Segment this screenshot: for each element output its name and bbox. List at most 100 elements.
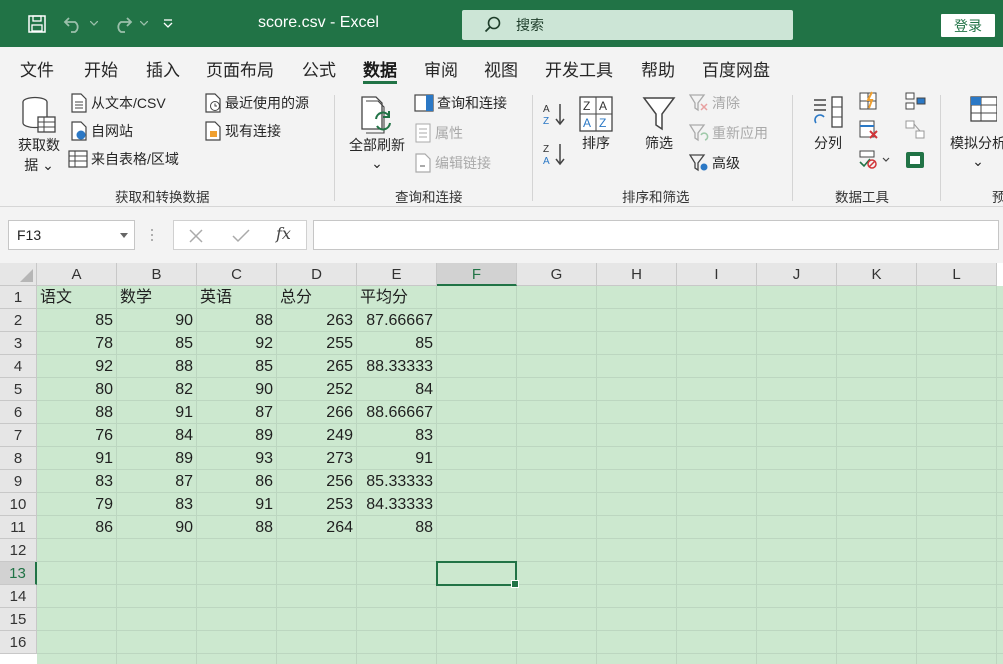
redo-dropdown-icon[interactable] (138, 12, 150, 36)
cell-d8[interactable]: 273 (277, 447, 356, 470)
column-header-k[interactable]: K (837, 263, 917, 286)
column-header-c[interactable]: C (197, 263, 277, 286)
sort-ascending-button[interactable]: AZ (542, 101, 571, 127)
cell-b6[interactable]: 91 (117, 401, 196, 424)
tab-baidu-netdisk[interactable]: 百度网盘 (702, 56, 770, 82)
cell-a11[interactable]: 86 (37, 516, 116, 539)
row-header-13[interactable]: 13 (0, 562, 37, 585)
flash-fill-button[interactable] (858, 91, 883, 111)
queries-connections-button[interactable]: 查询和连接 (414, 93, 507, 113)
remove-duplicates-button[interactable] (858, 119, 883, 141)
column-header-l[interactable]: L (917, 263, 997, 286)
row-header-15[interactable]: 15 (0, 608, 37, 631)
data-validation-button[interactable] (858, 149, 893, 169)
column-header-h[interactable]: H (597, 263, 677, 286)
row-header-10[interactable]: 10 (0, 493, 37, 516)
tab-file[interactable]: 文件 (20, 56, 54, 82)
redo-icon[interactable] (110, 12, 136, 36)
get-data-button[interactable]: 获取数 据 ⌄ (12, 95, 66, 175)
row-header-2[interactable]: 2 (0, 309, 37, 332)
cell-b9[interactable]: 87 (117, 470, 196, 493)
cell-d4[interactable]: 265 (277, 355, 356, 378)
cell-c8[interactable]: 93 (197, 447, 276, 470)
undo-dropdown-icon[interactable] (88, 12, 100, 36)
column-header-g[interactable]: G (517, 263, 597, 286)
cell-b1[interactable]: 数学 (117, 286, 196, 309)
data-model-button[interactable] (904, 149, 929, 171)
cell-b7[interactable]: 84 (117, 424, 196, 447)
relationships-button[interactable] (904, 119, 929, 141)
cell-a2[interactable]: 85 (37, 309, 116, 332)
filter-button[interactable]: 筛选 (637, 95, 681, 153)
name-box[interactable]: F13 (8, 220, 135, 250)
tab-formulas[interactable]: 公式 (302, 56, 336, 82)
row-header-7[interactable]: 7 (0, 424, 37, 447)
row-header-11[interactable]: 11 (0, 516, 37, 539)
login-button[interactable]: 登录 (941, 14, 995, 37)
clear-filter-button[interactable]: 清除 (689, 93, 740, 113)
customize-toolbar-icon[interactable] (160, 12, 176, 36)
cell-a5[interactable]: 80 (37, 378, 116, 401)
cell-c7[interactable]: 89 (197, 424, 276, 447)
cell-e1[interactable]: 平均分 (357, 286, 436, 309)
cell-d2[interactable]: 263 (277, 309, 356, 332)
reapply-button[interactable]: 重新应用 (689, 123, 768, 143)
row-header-1[interactable]: 1 (0, 286, 37, 309)
tab-insert[interactable]: 插入 (146, 56, 180, 82)
from-text-csv-button[interactable]: 从文本/CSV (70, 93, 166, 113)
cell-e3[interactable]: 85 (357, 332, 436, 355)
from-table-button[interactable]: 来自表格/区域 (68, 149, 179, 169)
cancel-icon[interactable] (188, 228, 204, 247)
cell-e7[interactable]: 83 (357, 424, 436, 447)
cell-b2[interactable]: 90 (117, 309, 196, 332)
save-icon[interactable] (26, 12, 48, 36)
cell-area[interactable]: 语文 数学 英语 总分 平均分 85 90 88 263 87.66667 78 85 92 255 85 9… (37, 286, 1003, 664)
cell-d3[interactable]: 255 (277, 332, 356, 355)
row-header-5[interactable]: 5 (0, 378, 37, 401)
cell-a4[interactable]: 92 (37, 355, 116, 378)
formula-input[interactable] (313, 220, 999, 250)
cell-a7[interactable]: 76 (37, 424, 116, 447)
from-web-button[interactable]: 自网站 (70, 121, 133, 141)
select-all-corner[interactable] (0, 263, 37, 286)
cell-c4[interactable]: 85 (197, 355, 276, 378)
recent-sources-button[interactable]: 最近使用的源 (204, 93, 309, 113)
tab-review[interactable]: 审阅 (424, 56, 458, 82)
cell-c5[interactable]: 90 (197, 378, 276, 401)
cell-e4[interactable]: 88.33333 (357, 355, 436, 378)
formula-bar-grip-icon[interactable] (150, 227, 154, 243)
tab-view[interactable]: 视图 (484, 56, 518, 82)
search-box[interactable]: 搜索 (462, 10, 793, 40)
column-header-f[interactable]: F (437, 263, 517, 286)
refresh-all-button[interactable]: 全部刷新 ⌄ (344, 95, 410, 172)
cell-a9[interactable]: 83 (37, 470, 116, 493)
column-header-j[interactable]: J (757, 263, 837, 286)
row-header-12[interactable]: 12 (0, 539, 37, 562)
tab-data[interactable]: 数据 (363, 56, 397, 84)
row-header-8[interactable]: 8 (0, 447, 37, 470)
row-header-16[interactable]: 16 (0, 631, 37, 654)
row-header-3[interactable]: 3 (0, 332, 37, 355)
cell-c2[interactable]: 88 (197, 309, 276, 332)
active-cell-f13[interactable] (436, 561, 519, 588)
cell-a6[interactable]: 88 (37, 401, 116, 424)
column-header-d[interactable]: D (277, 263, 357, 286)
cell-e10[interactable]: 84.33333 (357, 493, 436, 516)
cell-c11[interactable]: 88 (197, 516, 276, 539)
cell-c1[interactable]: 英语 (197, 286, 276, 309)
tab-help[interactable]: 帮助 (641, 56, 675, 82)
cell-b10[interactable]: 83 (117, 493, 196, 516)
cell-b11[interactable]: 90 (117, 516, 196, 539)
cell-d10[interactable]: 253 (277, 493, 356, 516)
insert-function-icon[interactable]: fx (276, 224, 291, 243)
cell-b3[interactable]: 85 (117, 332, 196, 355)
sort-button[interactable]: ZAAZ 排序 (575, 95, 617, 153)
properties-button[interactable]: 属性 (414, 123, 463, 143)
tab-developer[interactable]: 开发工具 (545, 56, 613, 82)
cell-e6[interactable]: 88.66667 (357, 401, 436, 424)
row-header-6[interactable]: 6 (0, 401, 37, 424)
cell-c10[interactable]: 91 (197, 493, 276, 516)
cell-d6[interactable]: 266 (277, 401, 356, 424)
cell-c6[interactable]: 87 (197, 401, 276, 424)
column-header-b[interactable]: B (117, 263, 197, 286)
